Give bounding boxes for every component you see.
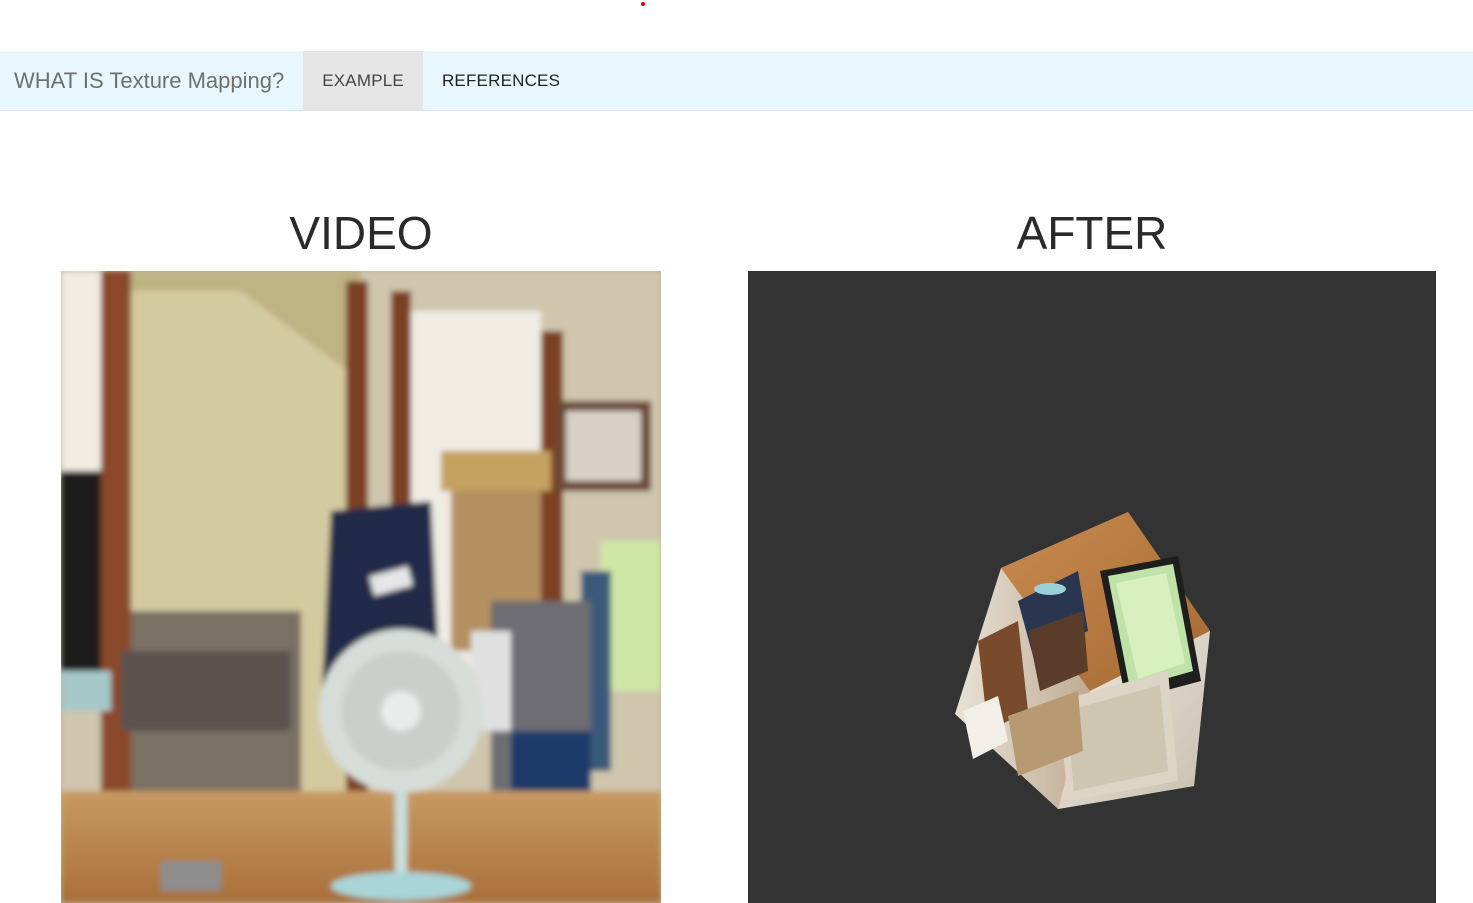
video-section-title: VIDEO	[289, 207, 433, 259]
red-dot-indicator	[641, 2, 645, 6]
top-navbar: WHAT IS Texture Mapping? EXAMPLE REFEREN…	[0, 51, 1473, 111]
video-frame-room-scene	[61, 271, 661, 903]
nav-link-references[interactable]: REFERENCES	[423, 51, 579, 110]
video-player[interactable]	[61, 271, 661, 903]
brand-link[interactable]: WHAT IS Texture Mapping?	[0, 51, 303, 110]
webgl-canvas[interactable]	[748, 271, 1436, 903]
after-section-title: AFTER	[1016, 207, 1168, 259]
textured-cube-graphic	[955, 512, 1210, 809]
nav-link-example[interactable]: EXAMPLE	[303, 51, 423, 110]
